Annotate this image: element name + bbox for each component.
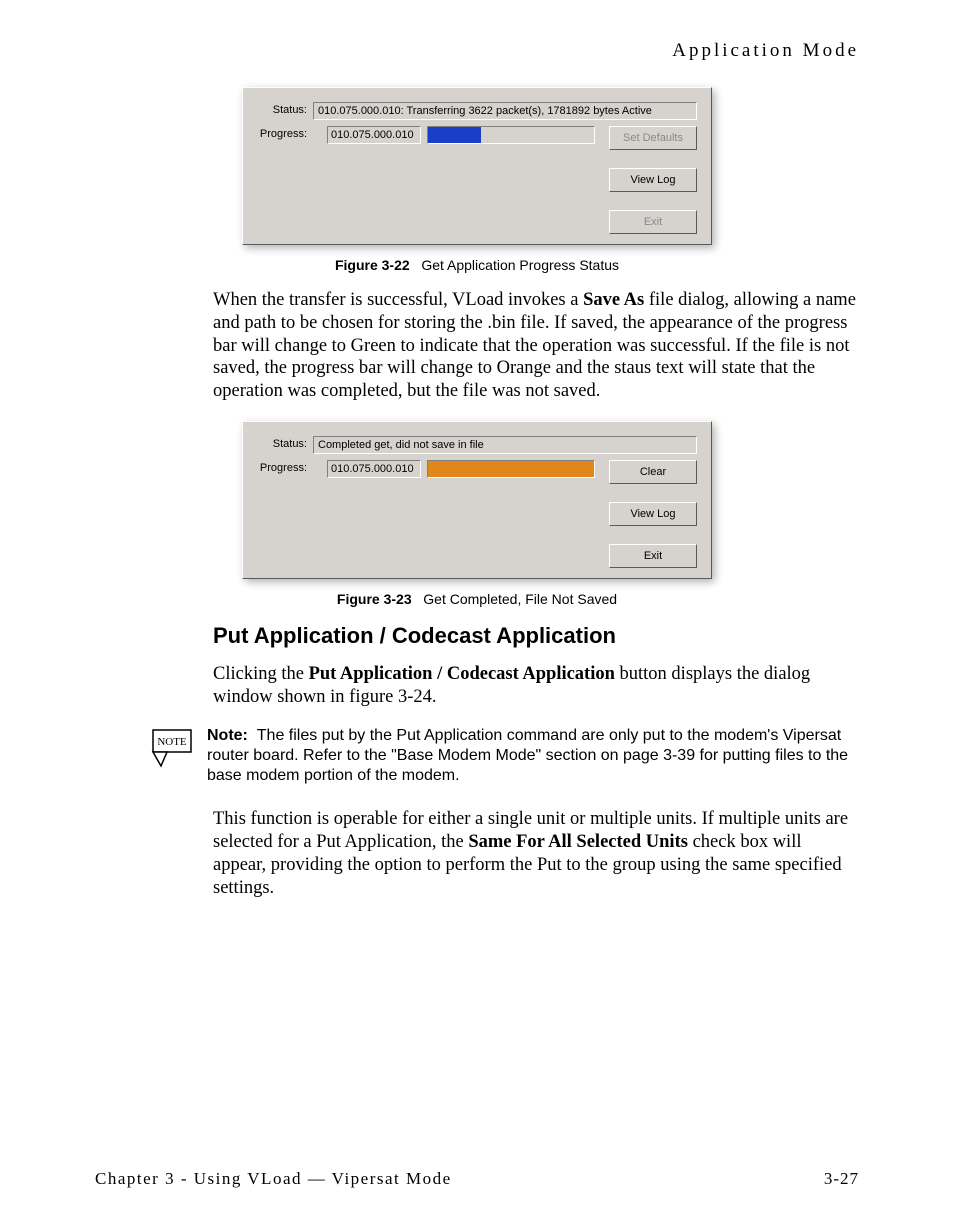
figure-number: Figure 3-22	[335, 257, 410, 273]
progress-bar-fill	[428, 461, 594, 477]
figure-caption-2: Figure 3-23 Get Completed, File Not Save…	[337, 591, 617, 607]
exit-button[interactable]: Exit	[609, 210, 697, 234]
view-log-button[interactable]: View Log	[609, 502, 697, 526]
progress-bar	[427, 126, 595, 144]
progress-label: Progress:	[257, 460, 313, 568]
note-prefix: Note:	[207, 727, 248, 744]
paragraph-3: This function is operable for either a s…	[213, 808, 859, 899]
progress-bar-fill	[428, 127, 481, 143]
figure-title: Get Completed, File Not Saved	[423, 591, 617, 607]
text: Clicking the	[213, 664, 309, 684]
clear-button[interactable]: Clear	[609, 460, 697, 484]
note-body: The files put by the Put Application com…	[207, 727, 848, 784]
set-defaults-button[interactable]: Set Defaults	[609, 126, 697, 150]
note-icon-text: NOTE	[157, 736, 187, 748]
note-icon: NOTE	[143, 728, 193, 773]
page-footer: Chapter 3 - Using VLoad — Vipersat Mode …	[95, 1169, 859, 1189]
text-bold: Put Application / Codecast Application	[309, 664, 615, 684]
progress-dialog-2: Status: Completed get, did not save in f…	[242, 421, 712, 579]
progress-ip-field: 010.075.000.010	[327, 460, 421, 478]
progress-ip-field: 010.075.000.010	[327, 126, 421, 144]
figure-title: Get Application Progress Status	[421, 257, 619, 273]
figure-3-22: Status: 010.075.000.010: Transferring 36…	[95, 87, 859, 273]
progress-bar	[427, 460, 595, 478]
paragraph-1: When the transfer is successful, VLoad i…	[213, 289, 859, 403]
footer-left: Chapter 3 - Using VLoad — Vipersat Mode	[95, 1169, 452, 1189]
paragraph-2: Clicking the Put Application / Codecast …	[213, 663, 859, 709]
exit-button[interactable]: Exit	[609, 544, 697, 568]
note-block: NOTE Note: The files put by the Put Appl…	[143, 726, 859, 786]
section-heading: Put Application / Codecast Application	[213, 623, 859, 649]
text-bold: Save As	[583, 290, 644, 310]
status-field: Completed get, did not save in file	[313, 436, 697, 454]
figure-caption-1: Figure 3-22 Get Application Progress Sta…	[335, 257, 619, 273]
status-label: Status:	[257, 436, 313, 450]
text: When the transfer is successful, VLoad i…	[213, 290, 583, 310]
status-label: Status:	[257, 102, 313, 116]
footer-page-number: 3-27	[824, 1169, 859, 1189]
progress-dialog-1: Status: 010.075.000.010: Transferring 36…	[242, 87, 712, 245]
view-log-button[interactable]: View Log	[609, 168, 697, 192]
page-header: Application Mode	[95, 40, 859, 62]
text-bold: Same For All Selected Units	[468, 832, 688, 852]
status-field: 010.075.000.010: Transferring 3622 packe…	[313, 102, 697, 120]
figure-number: Figure 3-23	[337, 591, 412, 607]
progress-label: Progress:	[257, 126, 313, 234]
figure-3-23: Status: Completed get, did not save in f…	[95, 421, 859, 607]
